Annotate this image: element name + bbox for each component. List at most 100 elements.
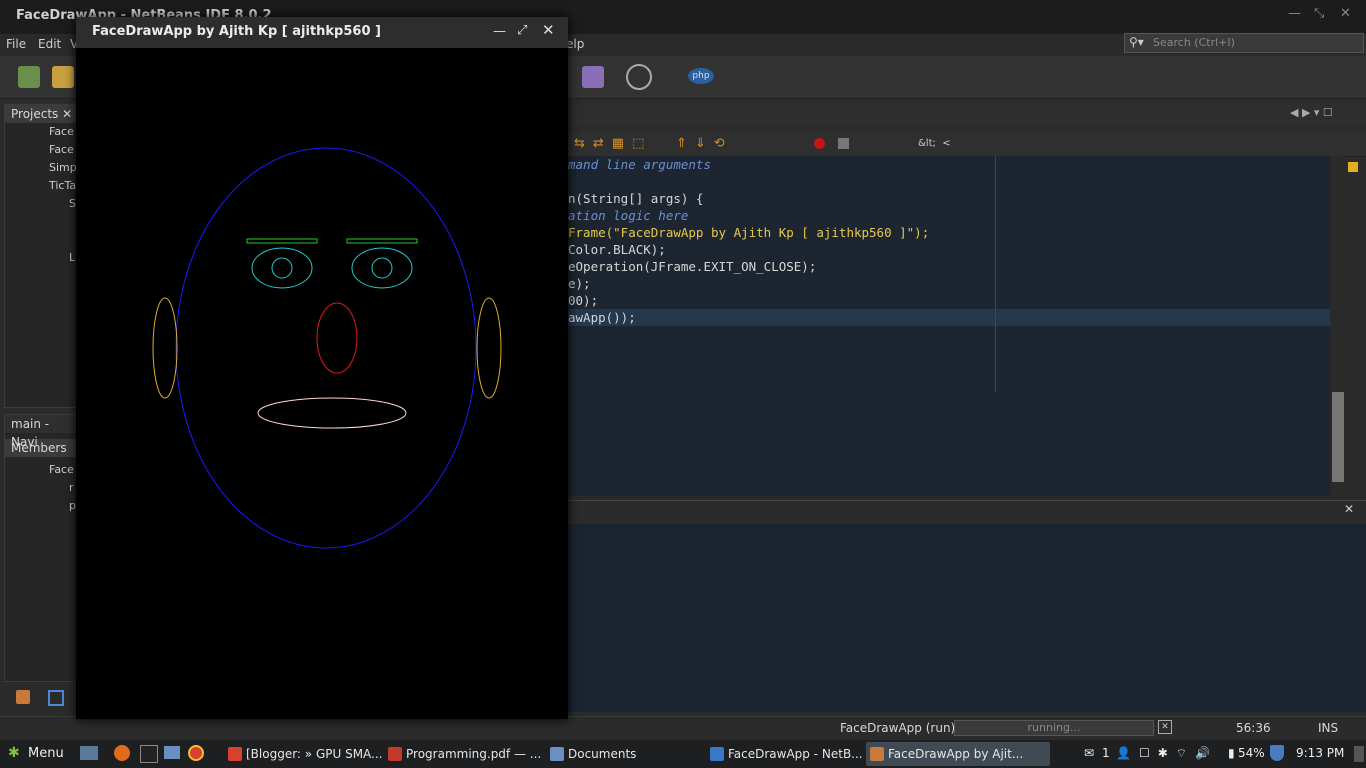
margin-guide xyxy=(995,156,996,392)
battery-level: 54% xyxy=(1238,746,1265,760)
projects-panel: Projects ✕ Face Face Simp TicTa S L xyxy=(4,104,78,408)
maximize-icon[interactable]: ⤢ xyxy=(517,23,527,38)
code-line: e); xyxy=(568,276,591,291)
search-icon: ⚲▾ xyxy=(1129,35,1144,49)
clock: 9:13 PM xyxy=(1296,746,1345,760)
minimize-icon[interactable]: — xyxy=(493,24,506,39)
battery-icon[interactable]: ▮ xyxy=(1228,746,1235,760)
face-outline xyxy=(175,147,477,549)
code-line: eOperation(JFrame.EXIT_ON_CLOSE); xyxy=(568,259,817,274)
task-documents[interactable]: Documents xyxy=(546,742,704,766)
tree-item[interactable]: p xyxy=(5,497,77,515)
android-menu-icon[interactable]: ✱ xyxy=(8,745,20,761)
tree-item[interactable]: L xyxy=(5,249,77,267)
comment-icons[interactable]: &lt; < xyxy=(918,138,951,149)
task-label: Documents xyxy=(568,747,637,761)
projects-icon[interactable] xyxy=(16,690,30,704)
task-label: Programming.pdf — ... xyxy=(406,747,542,761)
task-label: FaceDrawApp by Ajit... xyxy=(888,747,1024,761)
nose xyxy=(316,302,358,374)
left-pupil xyxy=(271,257,293,279)
left-eyebrow xyxy=(246,238,318,244)
navigator-icon[interactable] xyxy=(48,690,64,706)
chrome-icon xyxy=(228,747,242,761)
netbeans-icon xyxy=(710,747,724,761)
code-line: 00); xyxy=(568,293,599,308)
folder-icon xyxy=(550,747,564,761)
caret-position: 56:36 xyxy=(1236,721,1271,735)
error-stripe-marker[interactable] xyxy=(1348,162,1358,172)
close-icon[interactable]: ✕ xyxy=(542,21,555,39)
insert-mode: INS xyxy=(1318,721,1339,735)
search-placeholder: Search (Ctrl+I) xyxy=(1153,36,1235,49)
close-icon[interactable]: ✕ xyxy=(1344,502,1354,516)
tree-item[interactable]: Face xyxy=(5,123,77,141)
close-icon[interactable]: ✕ xyxy=(1340,6,1351,21)
show-desktop-icon[interactable] xyxy=(80,746,98,760)
editor-nav-icons[interactable]: ⇆⇄▦⬚ xyxy=(574,136,652,151)
start-menu[interactable]: Menu xyxy=(28,746,64,761)
right-pupil xyxy=(371,257,393,279)
task-label: FaceDrawApp - NetB... xyxy=(728,747,863,761)
editor-tabs xyxy=(568,104,1366,126)
java-icon xyxy=(870,747,884,761)
menu-file[interactable]: File xyxy=(6,37,26,51)
task-facedrawapp[interactable]: FaceDrawApp by Ajit... xyxy=(866,742,1050,766)
new-file-icon[interactable] xyxy=(18,66,40,88)
tray-icons[interactable]: 👤☐✱⌔🔊 xyxy=(1116,746,1218,761)
cancel-task-icon[interactable]: ✕ xyxy=(1158,720,1172,734)
code-line: mand line arguments xyxy=(568,157,711,172)
app-title: FaceDrawApp by Ajith Kp [ ajithkp560 ] xyxy=(92,24,381,39)
terminal-icon[interactable] xyxy=(140,745,158,763)
php-icon[interactable]: php xyxy=(688,68,714,84)
task-label: [Blogger: » GPU SMA... xyxy=(246,747,383,761)
task-pdf[interactable]: Programming.pdf — ... xyxy=(384,742,570,766)
notification-count: 1 xyxy=(1102,746,1110,760)
output-console[interactable] xyxy=(568,524,1366,712)
scroll-thumb[interactable] xyxy=(1332,392,1344,482)
show-desktop-corner[interactable] xyxy=(1354,746,1364,762)
tree-item[interactable]: Face xyxy=(5,141,77,159)
menu-edit[interactable]: Edit xyxy=(38,37,61,51)
editor-scrollbar[interactable] xyxy=(1330,156,1346,496)
tree-item[interactable] xyxy=(5,213,77,249)
tree-item[interactable]: r xyxy=(5,479,77,497)
shield-icon[interactable] xyxy=(1270,745,1284,761)
face-canvas xyxy=(152,147,502,549)
minimize-icon[interactable]: — xyxy=(1288,6,1301,21)
task-blogger[interactable]: [Blogger: » GPU SMA... xyxy=(224,742,402,766)
scroll-tabs-icon[interactable]: ◀ ▶ ▾ ☐ xyxy=(1290,106,1333,119)
right-eye xyxy=(351,247,413,289)
tree-item[interactable]: S xyxy=(5,195,77,213)
notifications-icon[interactable]: ✉ xyxy=(1084,746,1094,760)
firefox-icon[interactable] xyxy=(114,745,130,761)
new-project-icon[interactable] xyxy=(52,66,74,88)
code-line: Color.BLACK); xyxy=(568,242,666,257)
search-input[interactable]: ⚲▾ Search (Ctrl+I) xyxy=(1124,33,1364,53)
tree-item[interactable]: Face xyxy=(5,461,77,479)
task-netbeans[interactable]: FaceDrawApp - NetB... xyxy=(706,742,886,766)
record-macro-icon[interactable] xyxy=(814,138,825,149)
projects-tab[interactable]: Projects ✕ xyxy=(5,105,77,123)
restore-icon[interactable]: ⤡ xyxy=(1314,6,1324,21)
bookmark-icons[interactable]: ⇑⇓⟲ xyxy=(676,136,733,151)
debug-icon[interactable] xyxy=(626,64,652,90)
pdf-icon xyxy=(388,747,402,761)
right-ear xyxy=(476,297,502,399)
stop-macro-icon[interactable] xyxy=(838,138,849,149)
running-task: FaceDrawApp (run) xyxy=(840,721,956,735)
navigator-panel: main - Navi Members Face r p xyxy=(4,414,78,682)
profile-icon[interactable] xyxy=(582,66,604,88)
right-eyebrow xyxy=(346,238,418,244)
tree-item[interactable]: TicTa xyxy=(5,177,77,195)
files-icon[interactable] xyxy=(164,746,180,759)
members-tab[interactable]: Members xyxy=(5,439,77,457)
menu-help[interactable]: elp xyxy=(566,37,584,51)
code-line: n(String[] args) { xyxy=(568,191,704,206)
progress-bar: running... xyxy=(954,720,1154,736)
left-ear xyxy=(152,297,178,399)
tree-item[interactable]: Simp xyxy=(5,159,77,177)
chrome-icon[interactable] xyxy=(188,745,204,761)
close-icon[interactable]: ✕ xyxy=(62,107,72,121)
code-editor[interactable]: mand line arguments n(String[] args) { a… xyxy=(568,156,1330,496)
